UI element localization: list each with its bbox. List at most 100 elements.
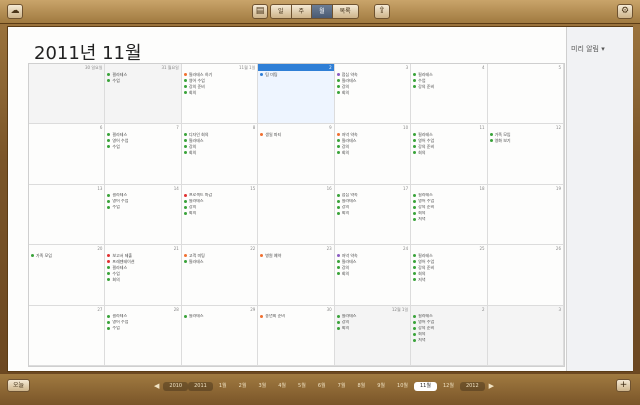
day-cell[interactable]: 3 [487,305,564,366]
calendar-event[interactable]: 수업 [107,271,178,276]
calendar-event[interactable]: 필라테스 [107,72,178,77]
day-cell[interactable]: 11월 1일 필라테스 하기 영어 수업 강의 준비 회의 [181,64,259,125]
day-cell[interactable]: 11 필라테스 영어 수업 강의 준비 회의 [411,124,488,185]
calendar-event[interactable]: 점심 약속 [336,72,408,77]
day-cell[interactable]: 12월 1일 필라테스 강의 회의 [334,305,412,366]
calendar-event[interactable]: 필라테스 [413,132,484,137]
calendar-event[interactable]: 강의 [336,320,408,325]
month-link[interactable]: 2012 [459,381,485,391]
day-cell[interactable]: 2 필라테스 영어 수업 강의 준비 회의 저녁 [411,305,488,366]
calendar-event[interactable]: 필라테스 [183,259,255,264]
calendar-event[interactable]: 회의 [413,332,484,337]
calendar-event[interactable]: 강의 준비 [413,84,484,89]
calendar-event[interactable]: 영어 수업 [413,320,484,325]
next-arrow-icon[interactable]: ▶ [485,382,498,390]
calendar-event[interactable]: 병원 예약 [260,253,331,258]
view-button-2[interactable]: 월 [312,4,333,19]
calendar-event[interactable]: 영어 수업 [183,78,255,83]
month-link[interactable]: 2011 [188,381,213,391]
day-cell[interactable]: 29 필라테스 [181,305,259,366]
calendar-event[interactable]: 필라테스 [336,314,408,319]
calendar-event[interactable]: 점심 약속 [336,193,408,198]
calendar-event[interactable]: 영어 수업 [107,138,178,143]
day-cell[interactable]: 24 저녁 약속 필라테스 강의 회의 [334,245,412,306]
reminders-dropdown[interactable]: 미리 알림 ▾ [571,44,605,54]
calendar-event[interactable]: 회의 [336,90,408,95]
view-button-1[interactable]: 주 [291,4,313,19]
calendar-event[interactable]: 필라테스 [107,132,178,137]
month-link[interactable]: 4월 [272,382,292,391]
day-cell[interactable]: 5 [487,64,564,125]
day-cell[interactable]: 4 필라테스 수업 강의 준비 [411,64,488,125]
calendar-event[interactable]: 수업 [413,78,484,83]
calendar-event[interactable]: 필라테스 [336,78,408,83]
calendar-event[interactable]: 회의 [183,211,255,216]
month-link[interactable]: 10월 [391,382,414,391]
calendar-event[interactable]: 회의 [183,150,255,155]
day-cell[interactable]: 14 필라테스 영어 수업 수업 [105,184,182,246]
calendar-event[interactable]: 영어 수업 [107,199,178,204]
calendar-event[interactable]: 강의 [336,205,408,210]
day-cell[interactable]: 8 디자인 회의 필라테스 강의 회의 [181,124,259,185]
calendar-event[interactable]: 회의 [336,326,408,331]
calendar-event[interactable]: 필라테스 [413,253,484,258]
calendar-event[interactable]: 디자인 회의 [183,132,255,137]
calendar-event[interactable]: 필라테스 [183,314,255,319]
month-link[interactable]: 8월 [351,382,371,391]
calendar-event[interactable]: 프로젝트 마감 [183,193,255,198]
add-event-button[interactable]: + [616,379,631,392]
calendar-event[interactable]: 강의 준비 [413,265,484,270]
calendar-event[interactable]: 수업 [107,205,178,210]
day-cell[interactable]: 19 [487,184,564,246]
day-cell[interactable]: 26 [487,245,564,306]
calendar-list-icon[interactable]: ▤ [252,4,268,19]
calendar-event[interactable]: 강의 준비 [413,144,484,149]
day-cell[interactable]: 17 점심 약속 필라테스 강의 회의 [334,184,412,246]
calendar-event[interactable]: 강의 [336,144,408,149]
day-cell[interactable]: 28 필라테스 영어 수업 수업 [105,305,182,366]
calendar-event[interactable]: 송년회 준비 [260,314,331,319]
calendar-event[interactable]: 저녁 [413,217,484,222]
day-cell[interactable]: 2 팀 미팅 [258,64,335,125]
day-cell[interactable]: 7 필라테스 영어 수업 수업 [105,124,182,185]
month-link[interactable]: 6월 [312,382,332,391]
day-cell[interactable]: 27 [29,305,106,366]
previous-arrow-icon[interactable]: ◀ [150,382,163,390]
month-link[interactable]: 5월 [292,382,312,391]
calendar-event[interactable]: 회의 [413,211,484,216]
calendar-event[interactable]: 강의 준비 [413,205,484,210]
day-cell[interactable]: 6 [29,124,106,185]
day-cell[interactable]: 30 송년회 준비 [258,305,335,366]
calendar-event[interactable]: 가족 모임 [489,132,561,137]
calendar-event[interactable]: 수업 [107,78,178,83]
calendar-event[interactable]: 강의 [336,84,408,89]
calendar-event[interactable]: 저녁 약속 [336,253,408,258]
day-cell[interactable]: 10 저녁 약속 필라테스 강의 회의 [334,124,412,185]
calendar-event[interactable]: 필라테스 [336,259,408,264]
calendar-event[interactable]: 수업 [107,144,178,149]
month-link[interactable]: 1월 [213,382,233,391]
calendar-event[interactable]: 프레젠테이션 [107,259,178,264]
calendar-event[interactable]: 필라테스 [336,199,408,204]
calendar-event[interactable]: 필라테스 [183,199,255,204]
calendar-event[interactable]: 회의 [336,271,408,276]
calendar-event[interactable]: 회의 [107,277,178,282]
month-link[interactable]: 2010 [163,381,189,391]
calendar-event[interactable]: 회의 [413,271,484,276]
gear-icon[interactable]: ⚙ [617,4,633,19]
calendar-event[interactable]: 회의 [336,211,408,216]
month-link[interactable]: 9월 [371,382,391,391]
day-cell[interactable]: 3 점심 약속 필라테스 강의 회의 [334,64,412,125]
calendar-event[interactable]: 필라테스 [107,193,178,198]
day-cell[interactable]: 9 생일 파티 [258,124,335,185]
day-cell[interactable]: 15 프로젝트 마감 필라테스 강의 회의 [181,184,259,246]
calendar-event[interactable]: 영어 수업 [413,199,484,204]
calendar-event[interactable]: 필라테스 [413,314,484,319]
calendar-event[interactable]: 필라테스 [107,314,178,319]
calendar-event[interactable]: 고객 미팅 [183,253,255,258]
view-button-3[interactable]: 목록 [332,4,359,19]
day-cell[interactable]: 21 보고서 제출 프레젠테이션 필라테스 수업 회의 [105,245,182,306]
calendar-event[interactable]: 회의 [183,90,255,95]
calendar-event[interactable]: 필라테스 하기 [183,72,255,77]
calendar-event[interactable]: 영어 수업 [107,320,178,325]
